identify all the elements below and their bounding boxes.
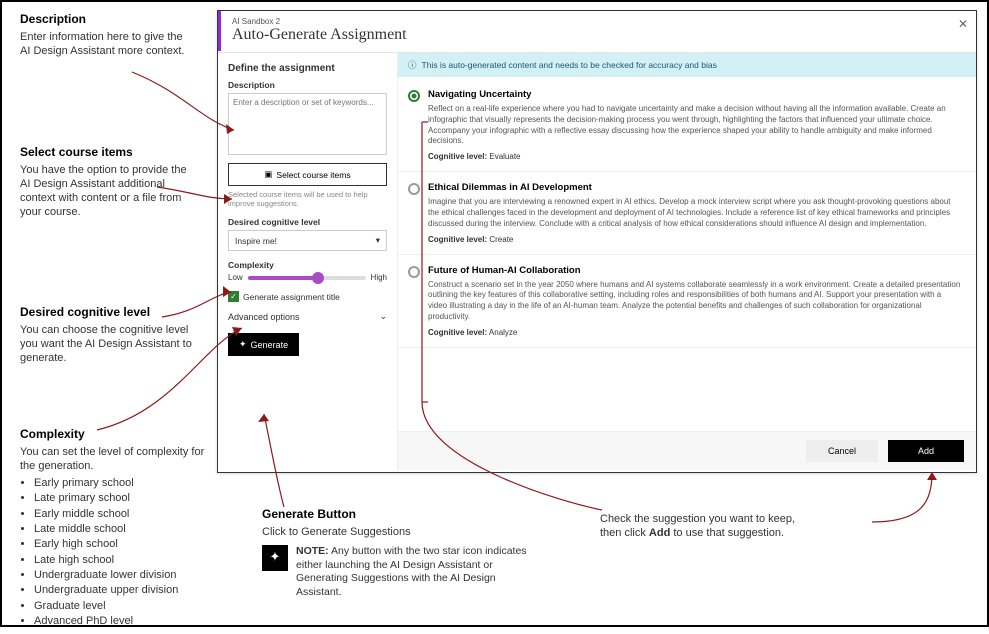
list-item: Late middle school xyxy=(34,522,220,536)
annot-cog-level-p: You can choose the cognitive level you w… xyxy=(20,323,195,366)
results-panel: ⓘ This is auto-generated content and nee… xyxy=(398,53,976,470)
generate-title-label: Generate assignment title xyxy=(243,292,340,302)
description-input[interactable] xyxy=(228,93,387,155)
annot-generate-h: Generate Button xyxy=(262,507,532,523)
slider-thumb[interactable] xyxy=(312,272,324,284)
result-radio[interactable] xyxy=(408,266,420,278)
annot-cog-level: Desired cognitive level You can choose t… xyxy=(20,305,195,365)
complexity-label: Complexity xyxy=(228,260,387,270)
list-item: Late primary school xyxy=(34,491,220,505)
cognitive-level-select[interactable]: Inspire me! ▾ xyxy=(228,230,387,251)
annot-generate: Generate Button Click to Generate Sugges… xyxy=(262,507,532,599)
app-header: AI Sandbox 2 Auto-Generate Assignment xyxy=(218,11,976,53)
annot-select-items: Select course items You have the option … xyxy=(20,145,195,220)
define-heading: Define the assignment xyxy=(228,63,387,74)
complexity-slider-row: Low High xyxy=(228,273,387,282)
result-radio[interactable] xyxy=(408,90,420,102)
complexity-slider[interactable] xyxy=(248,276,366,280)
generate-title-row[interactable]: ✓ Generate assignment title xyxy=(228,291,387,302)
complexity-high: High xyxy=(371,273,387,282)
result-cog-level: Cognitive level: Analyze xyxy=(428,328,962,337)
annot-description-h: Description xyxy=(20,12,190,28)
annot-select-items-p: You have the option to provide the AI De… xyxy=(20,163,195,220)
info-text: This is auto-generated content and needs… xyxy=(422,60,717,70)
complexity-levels-list: Early primary school Late primary school… xyxy=(20,476,220,628)
annot-complexity-h: Complexity xyxy=(20,427,220,443)
chevron-down-icon: ⌄ xyxy=(379,311,387,322)
list-item: Undergraduate lower division xyxy=(34,568,220,582)
list-item: Late high school xyxy=(34,553,220,567)
result-desc: Imagine that you are interviewing a reno… xyxy=(428,197,962,229)
breadcrumb[interactable]: AI Sandbox 2 xyxy=(232,17,962,26)
advanced-options-toggle[interactable]: Advanced options ⌄ xyxy=(228,311,387,322)
annot-description: Description Enter information here to gi… xyxy=(20,12,190,58)
result-cog-level: Cognitive level: Create xyxy=(428,235,962,244)
result-cog-level: Cognitive level: Evaluate xyxy=(428,152,962,161)
page-title: Auto-Generate Assignment xyxy=(232,26,962,44)
result-radio[interactable] xyxy=(408,183,420,195)
result-title: Ethical Dilemmas in AI Development xyxy=(428,182,962,193)
cancel-button[interactable]: Cancel xyxy=(806,440,878,462)
course-items-icon: ▣ xyxy=(264,169,272,180)
annot-check-p1: Check the suggestion you want to keep, xyxy=(600,512,880,526)
info-icon: ⓘ xyxy=(408,59,417,71)
complexity-low: Low xyxy=(228,273,243,282)
generate-title-checkbox[interactable]: ✓ xyxy=(228,291,239,302)
list-item: Early primary school xyxy=(34,476,220,490)
annot-check-p2: then click Add to use that suggestion. xyxy=(600,526,880,540)
result-desc: Reflect on a real-life experience where … xyxy=(428,104,962,147)
list-item: Early middle school xyxy=(34,507,220,521)
define-panel: Define the assignment Description ▣ Sele… xyxy=(218,53,398,470)
list-item: Early high school xyxy=(34,537,220,551)
info-bar: ⓘ This is auto-generated content and nee… xyxy=(398,53,976,77)
result-title: Navigating Uncertainty xyxy=(428,89,962,100)
list-item: Undergraduate upper division xyxy=(34,583,220,597)
list-item: Graduate level xyxy=(34,599,220,613)
results-list: Navigating Uncertainty Reflect on a real… xyxy=(398,77,976,431)
select-course-items-label: Select course items xyxy=(276,170,350,180)
result-item[interactable]: Future of Human-AI Collaboration Constru… xyxy=(398,255,976,348)
footer: Cancel Add xyxy=(398,431,976,470)
generate-button[interactable]: ✦ Generate xyxy=(228,333,299,356)
result-title: Future of Human-AI Collaboration xyxy=(428,265,962,276)
annot-generate-p: Click to Generate Suggestions xyxy=(262,525,532,539)
result-item[interactable]: Ethical Dilemmas in AI Development Imagi… xyxy=(398,172,976,254)
select-course-items-button[interactable]: ▣ Select course items xyxy=(228,163,387,186)
description-label: Description xyxy=(228,80,387,90)
annot-description-p: Enter information here to give the AI De… xyxy=(20,30,190,59)
app-window: ✕ AI Sandbox 2 Auto-Generate Assignment … xyxy=(217,10,977,473)
sparkle-icon: ✦ xyxy=(239,339,247,350)
annot-check: Check the suggestion you want to keep, t… xyxy=(600,512,880,541)
annot-select-items-h: Select course items xyxy=(20,145,195,161)
accent-bar xyxy=(218,11,221,51)
add-button[interactable]: Add xyxy=(888,440,964,462)
annot-complexity: Complexity You can set the level of comp… xyxy=(20,427,220,629)
close-icon[interactable]: ✕ xyxy=(958,17,968,31)
cognitive-level-value: Inspire me! xyxy=(235,236,277,246)
cognitive-level-label: Desired cognitive level xyxy=(228,217,387,227)
result-desc: Construct a scenario set in the year 205… xyxy=(428,280,962,323)
list-item: Advanced PhD level xyxy=(34,614,220,628)
advanced-options-label: Advanced options xyxy=(228,312,300,322)
result-item[interactable]: Navigating Uncertainty Reflect on a real… xyxy=(398,79,976,172)
annot-cog-level-h: Desired cognitive level xyxy=(20,305,195,321)
chevron-down-icon: ▾ xyxy=(376,235,380,246)
annot-complexity-p: You can set the level of complexity for … xyxy=(20,445,220,474)
select-help-text: Selected course items will be used to he… xyxy=(228,190,387,208)
annot-generate-note: NOTE: Any button with the two star icon … xyxy=(296,545,532,600)
sparkle-icon: ✦ xyxy=(262,545,288,571)
generate-button-label: Generate xyxy=(251,340,289,350)
